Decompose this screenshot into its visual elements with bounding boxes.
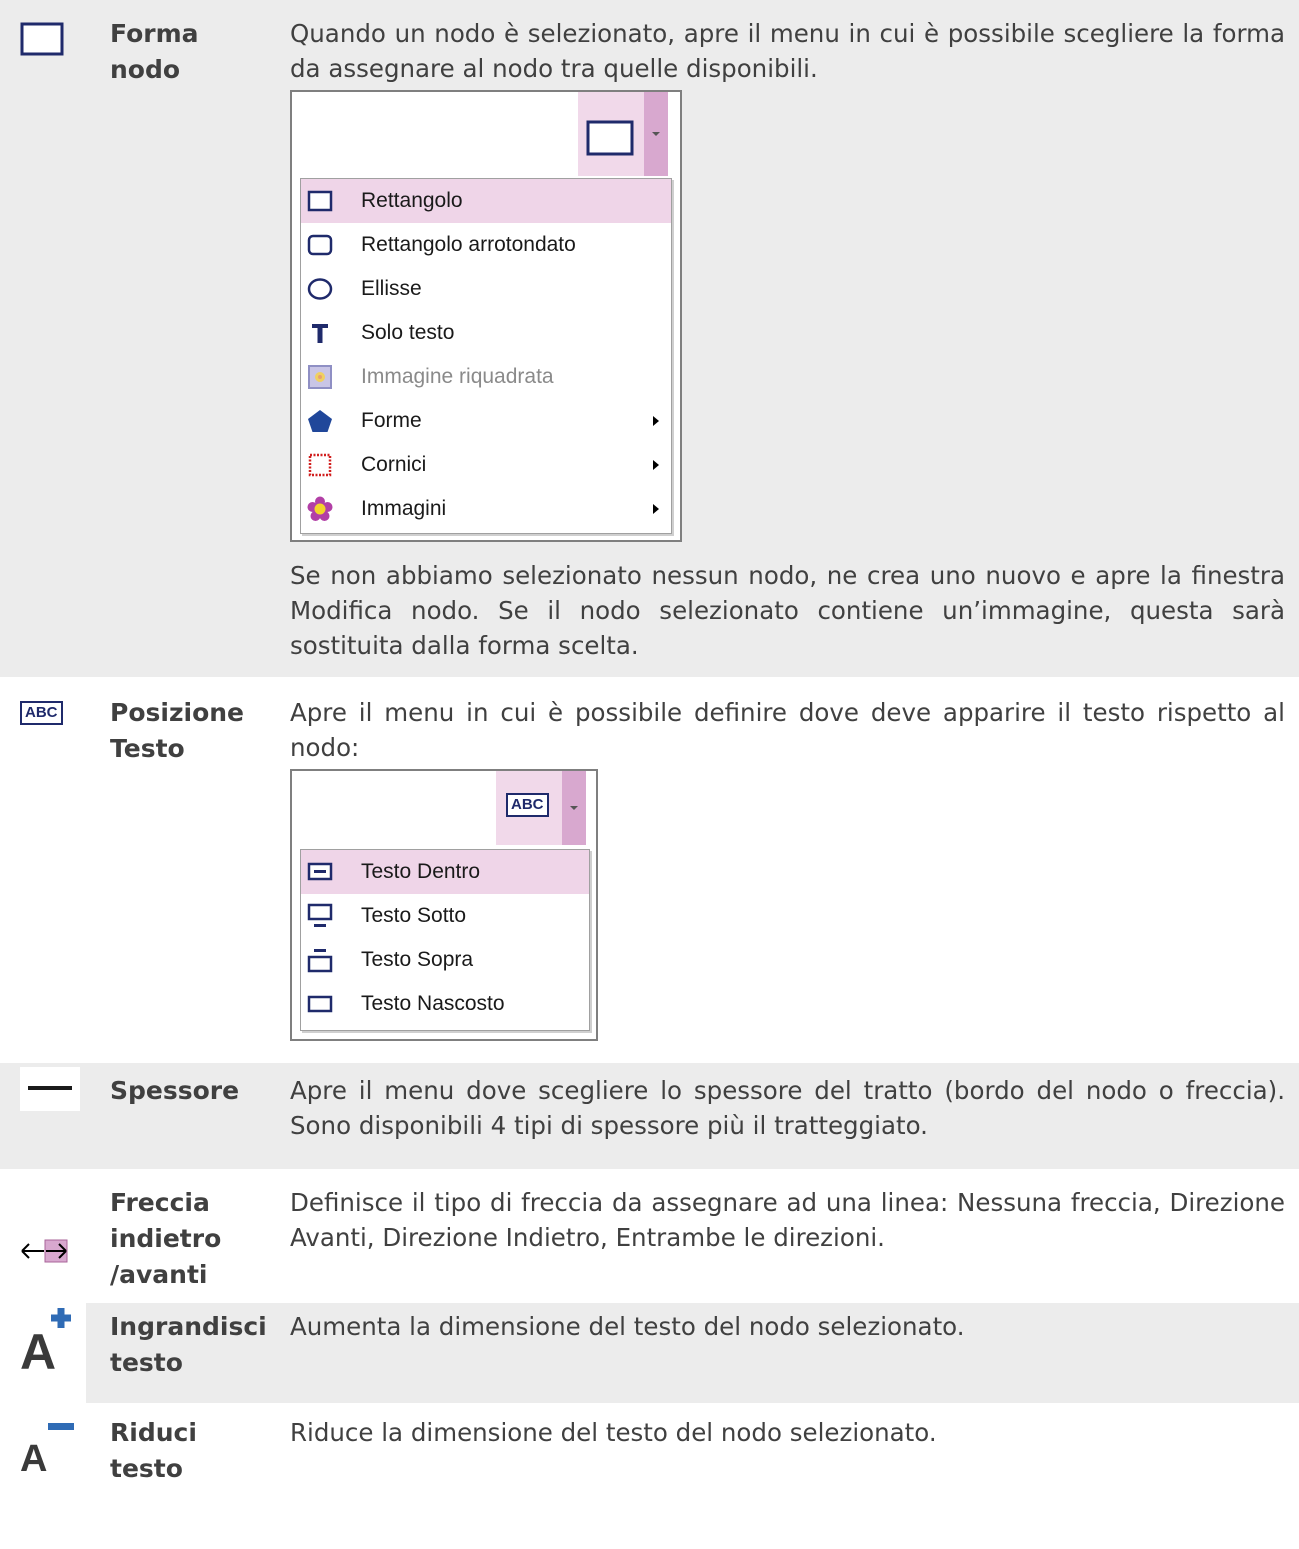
label-line: testo [110,1454,183,1483]
increase-font-icon: A [20,1307,80,1377]
menu-item-label: Testo Sotto [361,904,467,927]
label-line: Spessore [110,1076,240,1105]
label-line: Forma [110,19,199,48]
menu-item-label: Solo testo [361,321,455,344]
menu-item-label: Immagine riquadrata [361,365,554,388]
abc-text-position-icon: ABC [506,793,549,817]
menu-item-immagine-riquadrata[interactable]: Immagine riquadrata [301,355,671,399]
menu-item-testo-nascosto[interactable]: Testo Nascosto [301,982,589,1026]
description-text: Se non abbiamo selezionato nessun nodo, … [290,561,1285,660]
shape-dropdown-menu: Rettangolo Rettangolo arrotondato Elliss… [300,178,672,534]
row-posizione-testo: ABC Posizione Testo Apre il menu in cui … [0,687,1299,1053]
menu-item-rettangolo-arrotondato[interactable]: Rettangolo arrotondato [301,223,671,267]
decrease-font-icon: A [20,1417,80,1487]
submenu-arrow-icon [653,416,659,426]
row-riduci: A Riduci testo Riduce la dimensione del … [0,1413,1299,1491]
menu-item-testo-sopra[interactable]: Testo Sopra [301,938,589,982]
text-position-menu-screenshot: ABC Testo Dentro Testo Sotto Testo Sopra… [290,769,598,1041]
framed-image-icon [308,365,332,389]
menu-item-testo-sotto[interactable]: Testo Sotto [301,894,589,938]
abc-text-position-icon: ABC [20,701,63,725]
menu-item-label: Ellisse [361,277,422,300]
menu-item-cornici[interactable]: Cornici [301,443,671,487]
chevron-down-icon [652,132,660,136]
menu-item-immagini[interactable]: Immagini [301,487,671,531]
menu-item-label: Forme [361,409,422,432]
shape-menu-screenshot: Rettangolo Rettangolo arrotondato Elliss… [290,90,682,542]
features-table: Forma nodo Quando un nodo è selezionato,… [0,0,1299,1491]
row-forma-nodo: Forma nodo Quando un nodo è selezionato,… [0,0,1299,677]
menu-item-label: Immagini [361,497,447,520]
menu-item-rettangolo[interactable]: Rettangolo [301,179,671,223]
dropdown-arrow-button[interactable] [562,771,586,845]
dotted-frame-icon [308,453,332,477]
menu-item-label: Rettangolo arrotondato [361,233,576,256]
rectangle-icon [20,22,64,56]
text-inside-icon [307,862,333,881]
row-ingrandisci: A Ingrandisci testo Aumenta la dimension… [0,1303,1299,1403]
text-hidden-icon [307,995,333,1013]
line-thickness-icon [20,1067,80,1111]
menu-item-label: Rettangolo [361,189,463,212]
text-position-button[interactable]: ABC [496,771,562,845]
label-line: Freccia [110,1188,210,1217]
menu-item-forme[interactable]: Forme [301,399,671,443]
description-text: Riduce la dimensione del testo del nodo … [290,1418,937,1447]
label-line: /avanti [110,1260,208,1289]
rounded-rectangle-icon [307,234,333,256]
description-text: Definisce il tipo di freccia da assegnar… [290,1188,1285,1252]
menu-item-label: Testo Nascosto [361,992,505,1015]
menu-item-solo-testo[interactable]: Solo testo [301,311,671,355]
description-text: Apre il menu in cui è possibile definire… [290,698,1285,762]
submenu-arrow-icon [653,460,659,470]
label-line: Posizione [110,698,244,727]
label-line: indietro [110,1224,222,1253]
arrow-direction-icon [21,1239,68,1263]
flower-icon [307,496,333,521]
rectangle-icon [586,120,634,156]
text-t-icon [312,324,328,343]
row-freccia: Freccia indietro /avanti Definisce il ti… [0,1179,1299,1293]
submenu-arrow-icon [653,504,659,514]
menu-item-label: Testo Sopra [361,948,474,971]
label-line: Testo [110,734,185,763]
label-line: testo [110,1348,183,1377]
menu-item-ellisse[interactable]: Ellisse [301,267,671,311]
menu-item-testo-dentro[interactable]: Testo Dentro [301,850,589,894]
text-above-icon [307,949,333,973]
label-line: nodo [110,55,181,84]
ellipse-icon [307,278,333,300]
text-below-icon [307,903,333,927]
description-text: Apre il menu dove scegliere lo spessore … [290,1076,1285,1140]
label-line: Ingrandisci [110,1312,267,1341]
menu-item-label: Cornici [361,453,427,476]
rectangle-icon [307,190,333,212]
dropdown-arrow-button[interactable] [644,92,668,176]
text-position-dropdown-menu: Testo Dentro Testo Sotto Testo Sopra Tes… [300,849,590,1031]
description-text: Quando un nodo è selezionato, apre il me… [290,19,1285,83]
row-spessore: Spessore Apre il menu dove scegliere lo … [0,1063,1299,1169]
menu-item-label: Testo Dentro [361,860,481,883]
description-text: Aumenta la dimensione del testo del nodo… [290,1312,965,1341]
chevron-down-icon [570,806,578,810]
pentagon-icon [308,410,332,432]
shape-button[interactable] [578,92,644,176]
label-line: Riduci [110,1418,197,1447]
